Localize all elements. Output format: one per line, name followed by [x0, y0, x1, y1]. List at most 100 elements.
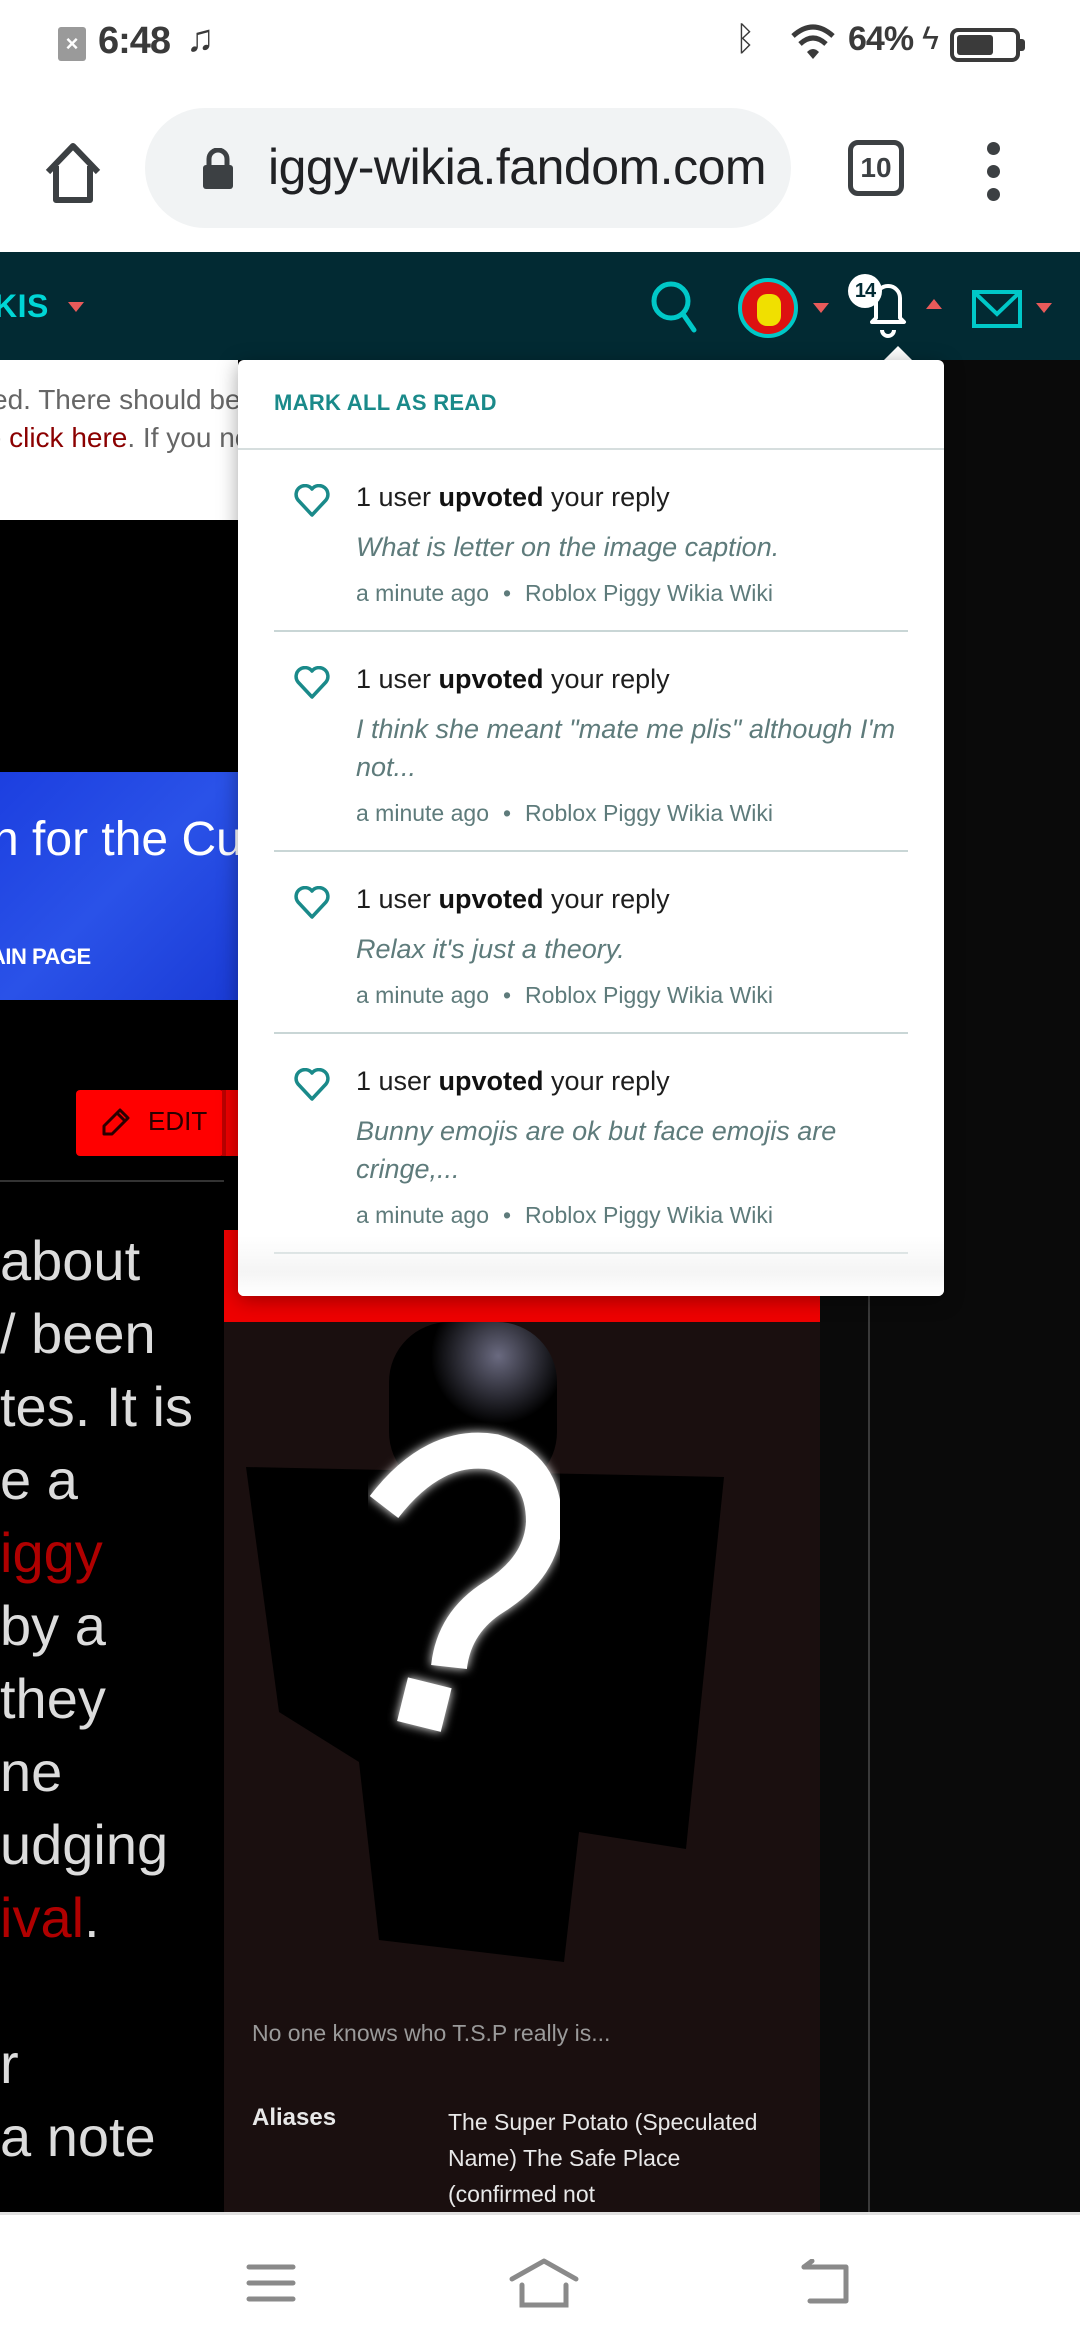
article-text-span: a note: [0, 2105, 156, 2168]
notification-suffix: your reply: [543, 664, 670, 694]
infobox-caption: No one knows who T.S.P really is...: [252, 2020, 611, 2046]
notification-meta: a minute ago • Roblox Piggy Wikia Wiki: [356, 980, 908, 1032]
article-line: a note: [0, 2104, 156, 2169]
notification-suffix: your reply: [543, 884, 670, 914]
article-line: e a: [0, 1447, 78, 1512]
meta-separator: •: [502, 580, 512, 606]
notification-title: 1 user upvoted your reply: [356, 1064, 908, 1098]
battery-icon: [950, 28, 1025, 62]
scroll-fade: [238, 1236, 944, 1296]
charging-bolt-icon: ϟ: [922, 20, 939, 56]
article-text-span: tes. It is: [0, 1375, 193, 1438]
article-line: udging: [0, 1812, 168, 1877]
battery-fill: [957, 35, 993, 55]
avatar-face: [757, 294, 781, 326]
edit-button[interactable]: EDIT: [76, 1090, 224, 1156]
article-line: r: [0, 2031, 19, 2096]
aliases-label: Aliases: [252, 2104, 337, 2131]
edit-label: EDIT: [148, 1106, 208, 1136]
mail-icon[interactable]: [972, 290, 1022, 328]
article-text-span: by a: [0, 1594, 106, 1657]
recent-apps-icon[interactable]: [246, 2263, 296, 2303]
address-bar[interactable]: iggy-wikia.fandom.com: [145, 108, 791, 228]
tabs-button[interactable]: 10: [848, 140, 904, 196]
lock-icon: [203, 148, 233, 189]
notification-item[interactable]: 1 user upvoted your reply Relax it's just…: [238, 852, 944, 1032]
article-line: ival.: [0, 1885, 100, 1950]
search-icon[interactable]: [650, 280, 700, 334]
notification-source: Roblox Piggy Wikia Wiki: [525, 580, 773, 606]
notification-action: upvoted: [438, 884, 544, 914]
notification-title: 1 user upvoted your reply: [356, 480, 908, 514]
edit-dropdown-button[interactable]: [226, 1090, 238, 1156]
notification-source: Roblox Piggy Wikia Wiki: [525, 982, 773, 1008]
divider: [0, 1180, 224, 1182]
article-text-span: they: [0, 1667, 106, 1730]
dropdown-arrow: [884, 346, 912, 360]
avatar[interactable]: [738, 278, 798, 338]
article-line: about: [0, 1228, 140, 1293]
notification-snippet: I think she meant "mate me plis" althoug…: [356, 714, 896, 782]
notification-prefix: 1 user: [356, 884, 439, 914]
notification-snippet: Bunny emojis are ok but face emojis are …: [356, 1116, 837, 1184]
bell-caret-icon[interactable]: [926, 299, 942, 309]
notification-time: a minute ago: [356, 800, 489, 826]
article-line: tes. It is: [0, 1374, 193, 1439]
notification-prefix: 1 user: [356, 1066, 439, 1096]
notification-meta: a minute ago • Roblox Piggy Wikia Wiki: [356, 798, 908, 850]
infobox: No one knows who T.S.P really is... Alia…: [224, 1230, 820, 2212]
notification-list[interactable]: 1 user upvoted your reply What is letter …: [238, 450, 944, 1296]
meta-separator: •: [502, 982, 512, 1008]
wifi-icon: [791, 24, 835, 59]
main-page-link[interactable]: AIN PAGE: [0, 944, 91, 970]
mail-caret-icon[interactable]: [1036, 303, 1052, 313]
system-nav-bar: [0, 2212, 1080, 2340]
article-line: / been: [0, 1301, 156, 1366]
divider: [868, 1296, 870, 2212]
article-text-span: udging: [0, 1813, 169, 1876]
mystery-character-image: [224, 1322, 820, 2212]
home-icon[interactable]: [508, 2257, 580, 2309]
notification-title: 1 user upvoted your reply: [356, 882, 908, 916]
meta-separator: •: [502, 1202, 512, 1228]
notice-text-2: - click here. If you ne: [0, 422, 238, 454]
notice-text: ed. There should be: [0, 384, 238, 415]
url-text[interactable]: iggy-wikia.fandom.com: [268, 138, 767, 196]
notification-suffix: your reply: [543, 1066, 670, 1096]
heart-icon: [294, 1068, 330, 1101]
home-icon[interactable]: [40, 140, 106, 206]
notification-prefix: 1 user: [356, 664, 439, 694]
click-here-link[interactable]: click here: [9, 422, 127, 453]
notifications-dropdown: MARK ALL AS READ 1 user upvoted your rep…: [238, 360, 944, 1296]
article-link[interactable]: ival: [0, 1886, 84, 1949]
notification-item[interactable]: 1 user upvoted your reply Bunny emojis ar…: [238, 1034, 944, 1252]
article-body: about / been tes. It is e a iggy by a they ne u…: [0, 1228, 224, 2212]
notification-snippet: Relax it's just a theory.: [356, 934, 625, 964]
avatar-caret-icon[interactable]: [813, 303, 829, 313]
wikis-caret-icon[interactable]: [68, 302, 84, 312]
notice-suffix: . If you ne: [127, 422, 238, 453]
article-link[interactable]: iggy: [0, 1521, 103, 1584]
more-vert-icon[interactable]: [982, 142, 1006, 202]
back-icon[interactable]: [800, 2259, 852, 2305]
status-time: 6:48: [98, 20, 171, 62]
notification-item[interactable]: 1 user upvoted your reply What is letter …: [238, 450, 944, 630]
fandom-nav: KIS 14: [0, 252, 1080, 360]
article-text-span: .: [84, 1886, 100, 1949]
wikis-menu[interactable]: KIS: [0, 288, 49, 325]
notification-action: upvoted: [438, 1066, 544, 1096]
status-bar: × 6:48 ♫ ᛒ 64% ϟ: [0, 0, 1080, 90]
article-text-span: / been: [0, 1302, 156, 1365]
heart-icon: [294, 886, 330, 919]
mark-all-as-read-button[interactable]: MARK ALL AS READ: [274, 390, 497, 416]
article-text-span: r: [0, 2032, 19, 2095]
notification-source: Roblox Piggy Wikia Wiki: [525, 800, 773, 826]
pencil-icon: [102, 1108, 130, 1136]
notification-action: upvoted: [438, 482, 544, 512]
music-note-icon: ♫: [186, 18, 215, 60]
notification-count-badge: 14: [848, 274, 882, 308]
notification-title: 1 user upvoted your reply: [356, 662, 908, 696]
notification-item[interactable]: 1 user upvoted your reply I think she mea…: [238, 632, 944, 850]
hero-banner: n for the Cur AIN PAGE: [0, 772, 238, 1000]
notification-source: Roblox Piggy Wikia Wiki: [525, 1202, 773, 1228]
